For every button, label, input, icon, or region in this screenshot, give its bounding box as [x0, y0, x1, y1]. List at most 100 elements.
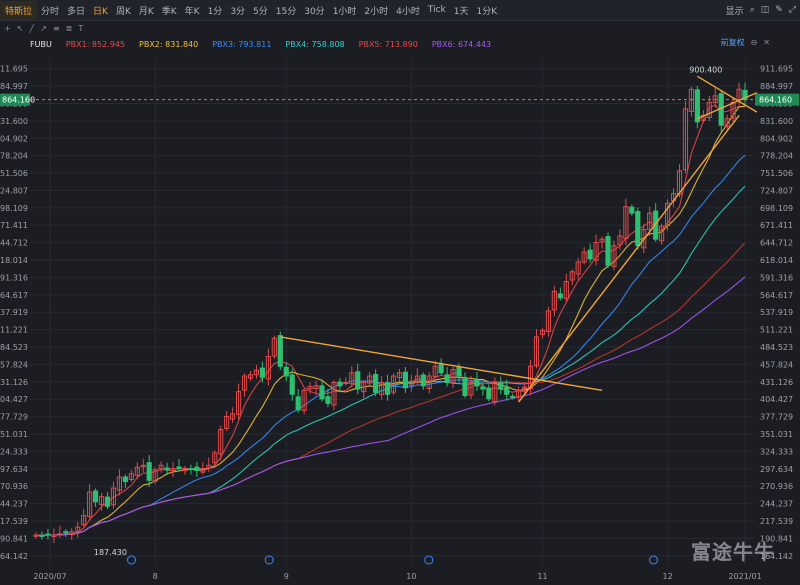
y-tick-label-left: 511.221 [0, 326, 28, 335]
candle-body [104, 496, 111, 507]
y-tick-label-left: 351.031 [0, 430, 28, 439]
display-button[interactable]: 显示 [726, 4, 744, 17]
candle-body [194, 466, 200, 472]
candle-body [629, 206, 635, 214]
tab-timeframe[interactable]: 日K [89, 4, 112, 17]
line-icon[interactable]: ╱ [29, 24, 34, 33]
candle-body [462, 377, 468, 397]
text-icon[interactable]: T [78, 24, 83, 33]
price-tag-left: 864.160 [2, 96, 35, 105]
adjust-label[interactable]: 前复权 [721, 37, 745, 48]
tab-timeframe[interactable]: 1天 [450, 4, 473, 17]
candle-body [694, 89, 700, 123]
candle-body [63, 531, 69, 534]
x-tick-label: 12 [662, 572, 672, 581]
indicator-symbol: FUBU [30, 39, 52, 49]
close-icon[interactable]: ✕ [763, 38, 770, 47]
y-tick-label-right: 778.204 [760, 152, 793, 161]
y-tick-label-left: 751.506 [0, 169, 28, 178]
y-tick-label-right: 911.695 [760, 65, 793, 74]
candle-body [587, 249, 593, 260]
y-tick-label-right: 511.221 [760, 326, 793, 335]
tab-timeframe[interactable]: 1分 [204, 4, 227, 17]
y-tick-label-right: 644.712 [760, 239, 793, 248]
drawing-toolbar: + ↖ ╱ ↗ ≡ ≣ T [0, 21, 800, 35]
toolbar-right: 显示 ⌕ ◫ ✎ ⤢ [726, 0, 796, 20]
tab-timeframe[interactable]: 月K [135, 4, 158, 17]
candle-body [295, 396, 301, 411]
ma-line-2 [35, 105, 746, 536]
y-tick-label-left: 698.109 [0, 204, 28, 213]
price-tag-right: 864.160 [759, 96, 792, 105]
search-icon[interactable]: ⌕ [750, 5, 755, 15]
x-tick-label: 2020/07 [33, 572, 66, 581]
legend-pbx4: PBX4: 758.808 [285, 39, 345, 49]
camera-icon[interactable]: ◫ [761, 5, 770, 15]
y-tick-label-left: 618.014 [0, 256, 28, 265]
candle-body [605, 236, 611, 266]
candle-body [438, 364, 444, 374]
tab-timeframe[interactable]: 1分K [473, 4, 502, 17]
y-tick-label-left: 591.316 [0, 273, 28, 282]
y-tick-label-right: 724.807 [760, 186, 793, 195]
add-icon[interactable]: + [4, 24, 11, 33]
tab-timeframe[interactable]: 多日 [63, 4, 89, 17]
tab-timeframe[interactable]: Tick [424, 5, 450, 15]
y-tick-label-right: 217.539 [760, 517, 793, 526]
y-tick-label-right: 297.634 [760, 465, 793, 474]
candle-body [373, 373, 379, 393]
ray-icon[interactable]: ↗ [40, 24, 47, 33]
minus-icon[interactable]: ⊖ [751, 38, 758, 47]
y-tick-label-right: 404.427 [760, 395, 793, 404]
ma-line-5 [35, 242, 746, 536]
indicator-legend: FUBU PBX1: 852.945 PBX2: 831.840 PBX3: 7… [30, 37, 760, 51]
y-tick-label-left: 644.712 [0, 239, 28, 248]
y-tick-label-right: 537.919 [760, 308, 793, 317]
y-tick-label-left: 537.919 [0, 308, 28, 317]
candle-body [122, 476, 128, 483]
candle-body [557, 293, 563, 299]
fib-icon[interactable]: ≣ [66, 24, 73, 33]
candle-body [498, 382, 504, 390]
channel-icon[interactable]: ≡ [53, 24, 60, 33]
tab-timeframe[interactable]: 年K [181, 4, 204, 17]
legend-right: 前复权 ⊖ ✕ [721, 37, 770, 48]
candle-body [277, 335, 283, 367]
candle-body [635, 211, 641, 247]
tab-timeframe[interactable]: 季K [158, 4, 181, 17]
tab-timeframe[interactable]: 5分 [249, 4, 272, 17]
x-tick-label: 8 [153, 572, 158, 581]
tab-timeframe[interactable]: 4小时 [392, 4, 424, 17]
expand-icon[interactable]: ⤢ [789, 5, 796, 15]
tab-timeframe[interactable]: 特斯拉 [0, 0, 38, 20]
tab-timeframe[interactable]: 30分 [300, 4, 328, 17]
tab-timeframe[interactable]: 周K [112, 4, 135, 17]
timeframe-toolbar: 特斯拉 分时 多日 日K 周K 月K 季K 年K 1分 3分 5分 15分 30分 1小时 2小时 4小时 Ti… [0, 0, 800, 21]
low-annotation: 187.430 [94, 548, 127, 557]
candle-body [420, 374, 426, 387]
y-tick-label-left: 484.523 [0, 343, 28, 352]
candlestick-chart[interactable]: 911.695911.695884.997884.997858.299858.2… [0, 50, 800, 585]
tab-timeframe[interactable]: 1小时 [329, 4, 361, 17]
candle-body [480, 386, 486, 390]
pen-icon[interactable]: ✎ [775, 5, 783, 15]
candle-body [402, 371, 409, 389]
tab-timeframe[interactable]: 15分 [272, 4, 300, 17]
tab-timeframe[interactable]: 3分 [226, 4, 249, 17]
cursor-icon[interactable]: ↖ [17, 24, 24, 33]
y-tick-label-right: 698.109 [760, 204, 793, 213]
y-tick-label-left: 778.204 [0, 152, 28, 161]
y-tick-label-right: 457.824 [760, 360, 793, 369]
candle-body [259, 367, 266, 378]
candle-body [456, 366, 462, 377]
y-tick-label-right: 431.126 [760, 378, 793, 387]
y-tick-label-right: 564.617 [760, 291, 793, 300]
x-tick-label: 2021/01 [728, 572, 761, 581]
candle-body [486, 387, 492, 400]
y-tick-label-right: 751.506 [760, 169, 793, 178]
tab-timeframe[interactable]: 2小时 [360, 4, 392, 17]
tab-timeframe[interactable]: 分时 [37, 4, 63, 17]
y-tick-label-left: 431.126 [0, 378, 28, 387]
legend-pbx2: PBX2: 831.840 [139, 39, 199, 49]
y-tick-label-left: 831.600 [0, 117, 28, 126]
